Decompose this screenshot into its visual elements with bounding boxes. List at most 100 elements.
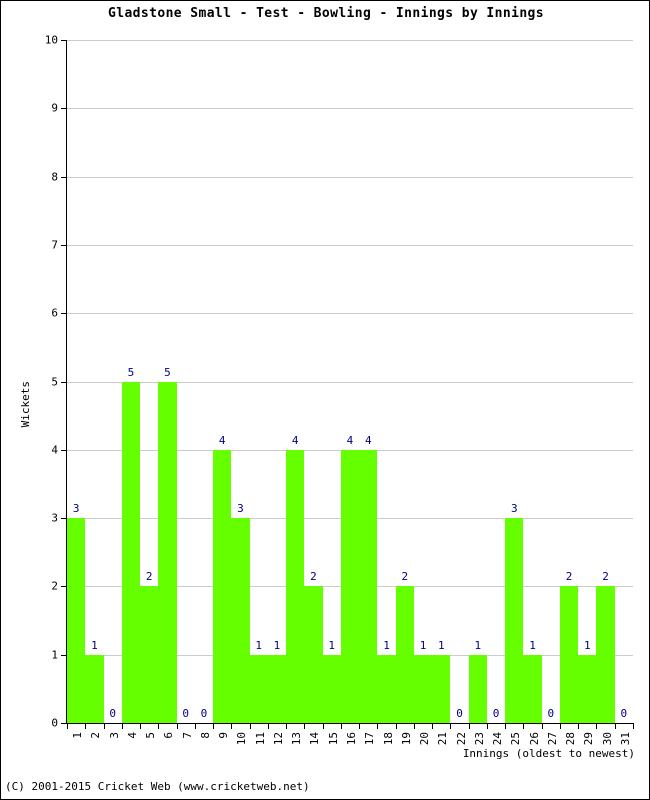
bar-value-label: 0 xyxy=(200,707,208,720)
bar xyxy=(413,654,433,723)
x-axis-tick xyxy=(578,723,580,729)
x-axis-tick-label: 11 xyxy=(253,732,267,746)
x-axis-tick-label: 21 xyxy=(436,732,450,746)
x-axis-tick xyxy=(377,723,379,729)
bar-value-label: 0 xyxy=(547,707,555,720)
x-axis-tick-label: 13 xyxy=(290,732,304,746)
x-axis-tick-label: 29 xyxy=(582,732,596,746)
bar-value-label: 0 xyxy=(182,707,189,720)
bar-value-label: 1 xyxy=(419,638,427,652)
x-axis-tick-label: 4 xyxy=(125,732,139,739)
x-axis-tick-label: 5 xyxy=(144,732,158,739)
x-axis-tick xyxy=(176,723,178,729)
bar-value-label: 2 xyxy=(401,570,409,584)
y-axis-tick-label: 10 xyxy=(44,33,58,47)
gridline xyxy=(67,40,633,41)
bar xyxy=(85,654,104,723)
bar xyxy=(523,654,542,723)
bar-value-label: 2 xyxy=(565,570,573,584)
x-axis-tick-label: 28 xyxy=(564,732,578,746)
y-axis-tick-label: 2 xyxy=(51,579,58,593)
x-axis-tick-label: 7 xyxy=(180,732,194,739)
x-axis-tick xyxy=(450,723,452,729)
bar xyxy=(158,381,177,723)
bar xyxy=(322,654,341,723)
bar xyxy=(340,449,360,723)
bar xyxy=(432,654,451,723)
bar-value-label: 2 xyxy=(602,570,609,584)
bar-value-label: 1 xyxy=(584,638,591,652)
x-axis-tick xyxy=(340,723,342,729)
y-axis-tick xyxy=(61,176,67,178)
y-axis-tick xyxy=(61,313,67,315)
x-axis-tick-label: 26 xyxy=(527,732,541,746)
x-axis-tick xyxy=(140,723,142,729)
bar xyxy=(468,654,487,723)
x-axis-tick-label: 8 xyxy=(198,732,212,739)
bar-value-label: 1 xyxy=(273,638,281,652)
bar-value-label: 5 xyxy=(127,365,135,379)
bar xyxy=(267,654,287,723)
x-axis-tick xyxy=(633,723,634,729)
x-axis-tick-label: 27 xyxy=(545,732,559,746)
x-axis-tick-label: 12 xyxy=(271,732,285,746)
x-axis-tick xyxy=(541,723,543,729)
bar-value-label: 1 xyxy=(255,638,263,652)
x-axis-tick xyxy=(158,723,160,729)
x-axis-tick-label: 2 xyxy=(89,732,103,739)
x-axis-tick xyxy=(596,723,598,729)
bar xyxy=(559,586,579,723)
copyright-notice: (C) 2001-2015 Cricket Web (www.cricketwe… xyxy=(5,780,310,793)
bar-value-label: 0 xyxy=(492,707,500,720)
bar xyxy=(231,518,250,723)
bar-value-label: 0 xyxy=(456,707,463,720)
x-axis-tick-label: 10 xyxy=(235,732,249,746)
bar xyxy=(395,586,414,723)
bar-value-label: 1 xyxy=(91,638,98,652)
x-axis-tick xyxy=(413,723,415,729)
x-axis-tick-label: 9 xyxy=(217,732,231,739)
gridline xyxy=(67,313,633,315)
bar-value-label: 4 xyxy=(218,433,226,447)
x-axis-tick-label: 19 xyxy=(399,732,413,746)
x-axis-line xyxy=(66,723,634,724)
y-axis-tick xyxy=(61,108,67,110)
x-axis-title: Innings (oldest to newest) xyxy=(462,747,635,760)
x-axis-tick xyxy=(359,723,361,729)
x-axis-tick-label: 24 xyxy=(491,732,505,746)
bar-value-label: 0 xyxy=(109,707,116,720)
plot-area: 0 1 2 3 4 5 6 7 8 9 10 3 1 1 2 0 3 5 4 2 5 5 6 0 7 0 8 4 9 3 10 1 11 1 12 4… xyxy=(45,34,634,745)
x-axis-tick-label: 3 xyxy=(107,732,121,739)
x-axis-tick-label: 17 xyxy=(363,732,377,746)
bar-value-label: 1 xyxy=(474,638,482,652)
page-title: Gladstone Small - Test - Bowling - Innin… xyxy=(107,6,544,21)
y-axis-tick xyxy=(61,381,67,383)
x-axis-tick-label: 15 xyxy=(326,732,340,746)
x-axis-tick xyxy=(103,723,105,729)
y-axis-tick-label: 4 xyxy=(51,443,58,457)
bar-value-label: 1 xyxy=(437,638,445,652)
bar-value-label: 2 xyxy=(310,570,317,584)
y-axis-title: Wickets xyxy=(19,381,32,428)
bar xyxy=(304,586,323,723)
bar-value-label: 1 xyxy=(328,638,336,652)
bar xyxy=(286,449,305,723)
x-axis-tick-label: 6 xyxy=(162,732,176,739)
y-axis-tick xyxy=(61,244,67,246)
x-axis-tick-label: 18 xyxy=(381,732,395,746)
gridline xyxy=(67,176,633,178)
gridline xyxy=(67,381,633,383)
bar-value-label: 3 xyxy=(511,502,518,516)
x-axis-tick-label: 16 xyxy=(345,732,358,746)
bar-value-label: 4 xyxy=(346,433,354,447)
x-axis-tick xyxy=(505,723,507,729)
bar xyxy=(67,518,86,723)
bar xyxy=(578,654,597,723)
x-axis-tick-label: 25 xyxy=(509,732,523,746)
x-axis-tick xyxy=(304,723,306,729)
x-axis-tick xyxy=(523,723,525,729)
x-axis-tick-label: 14 xyxy=(308,732,322,746)
bar-value-label: 0 xyxy=(620,707,628,720)
gridline xyxy=(67,244,633,246)
y-axis-tick-label: 6 xyxy=(51,306,58,320)
